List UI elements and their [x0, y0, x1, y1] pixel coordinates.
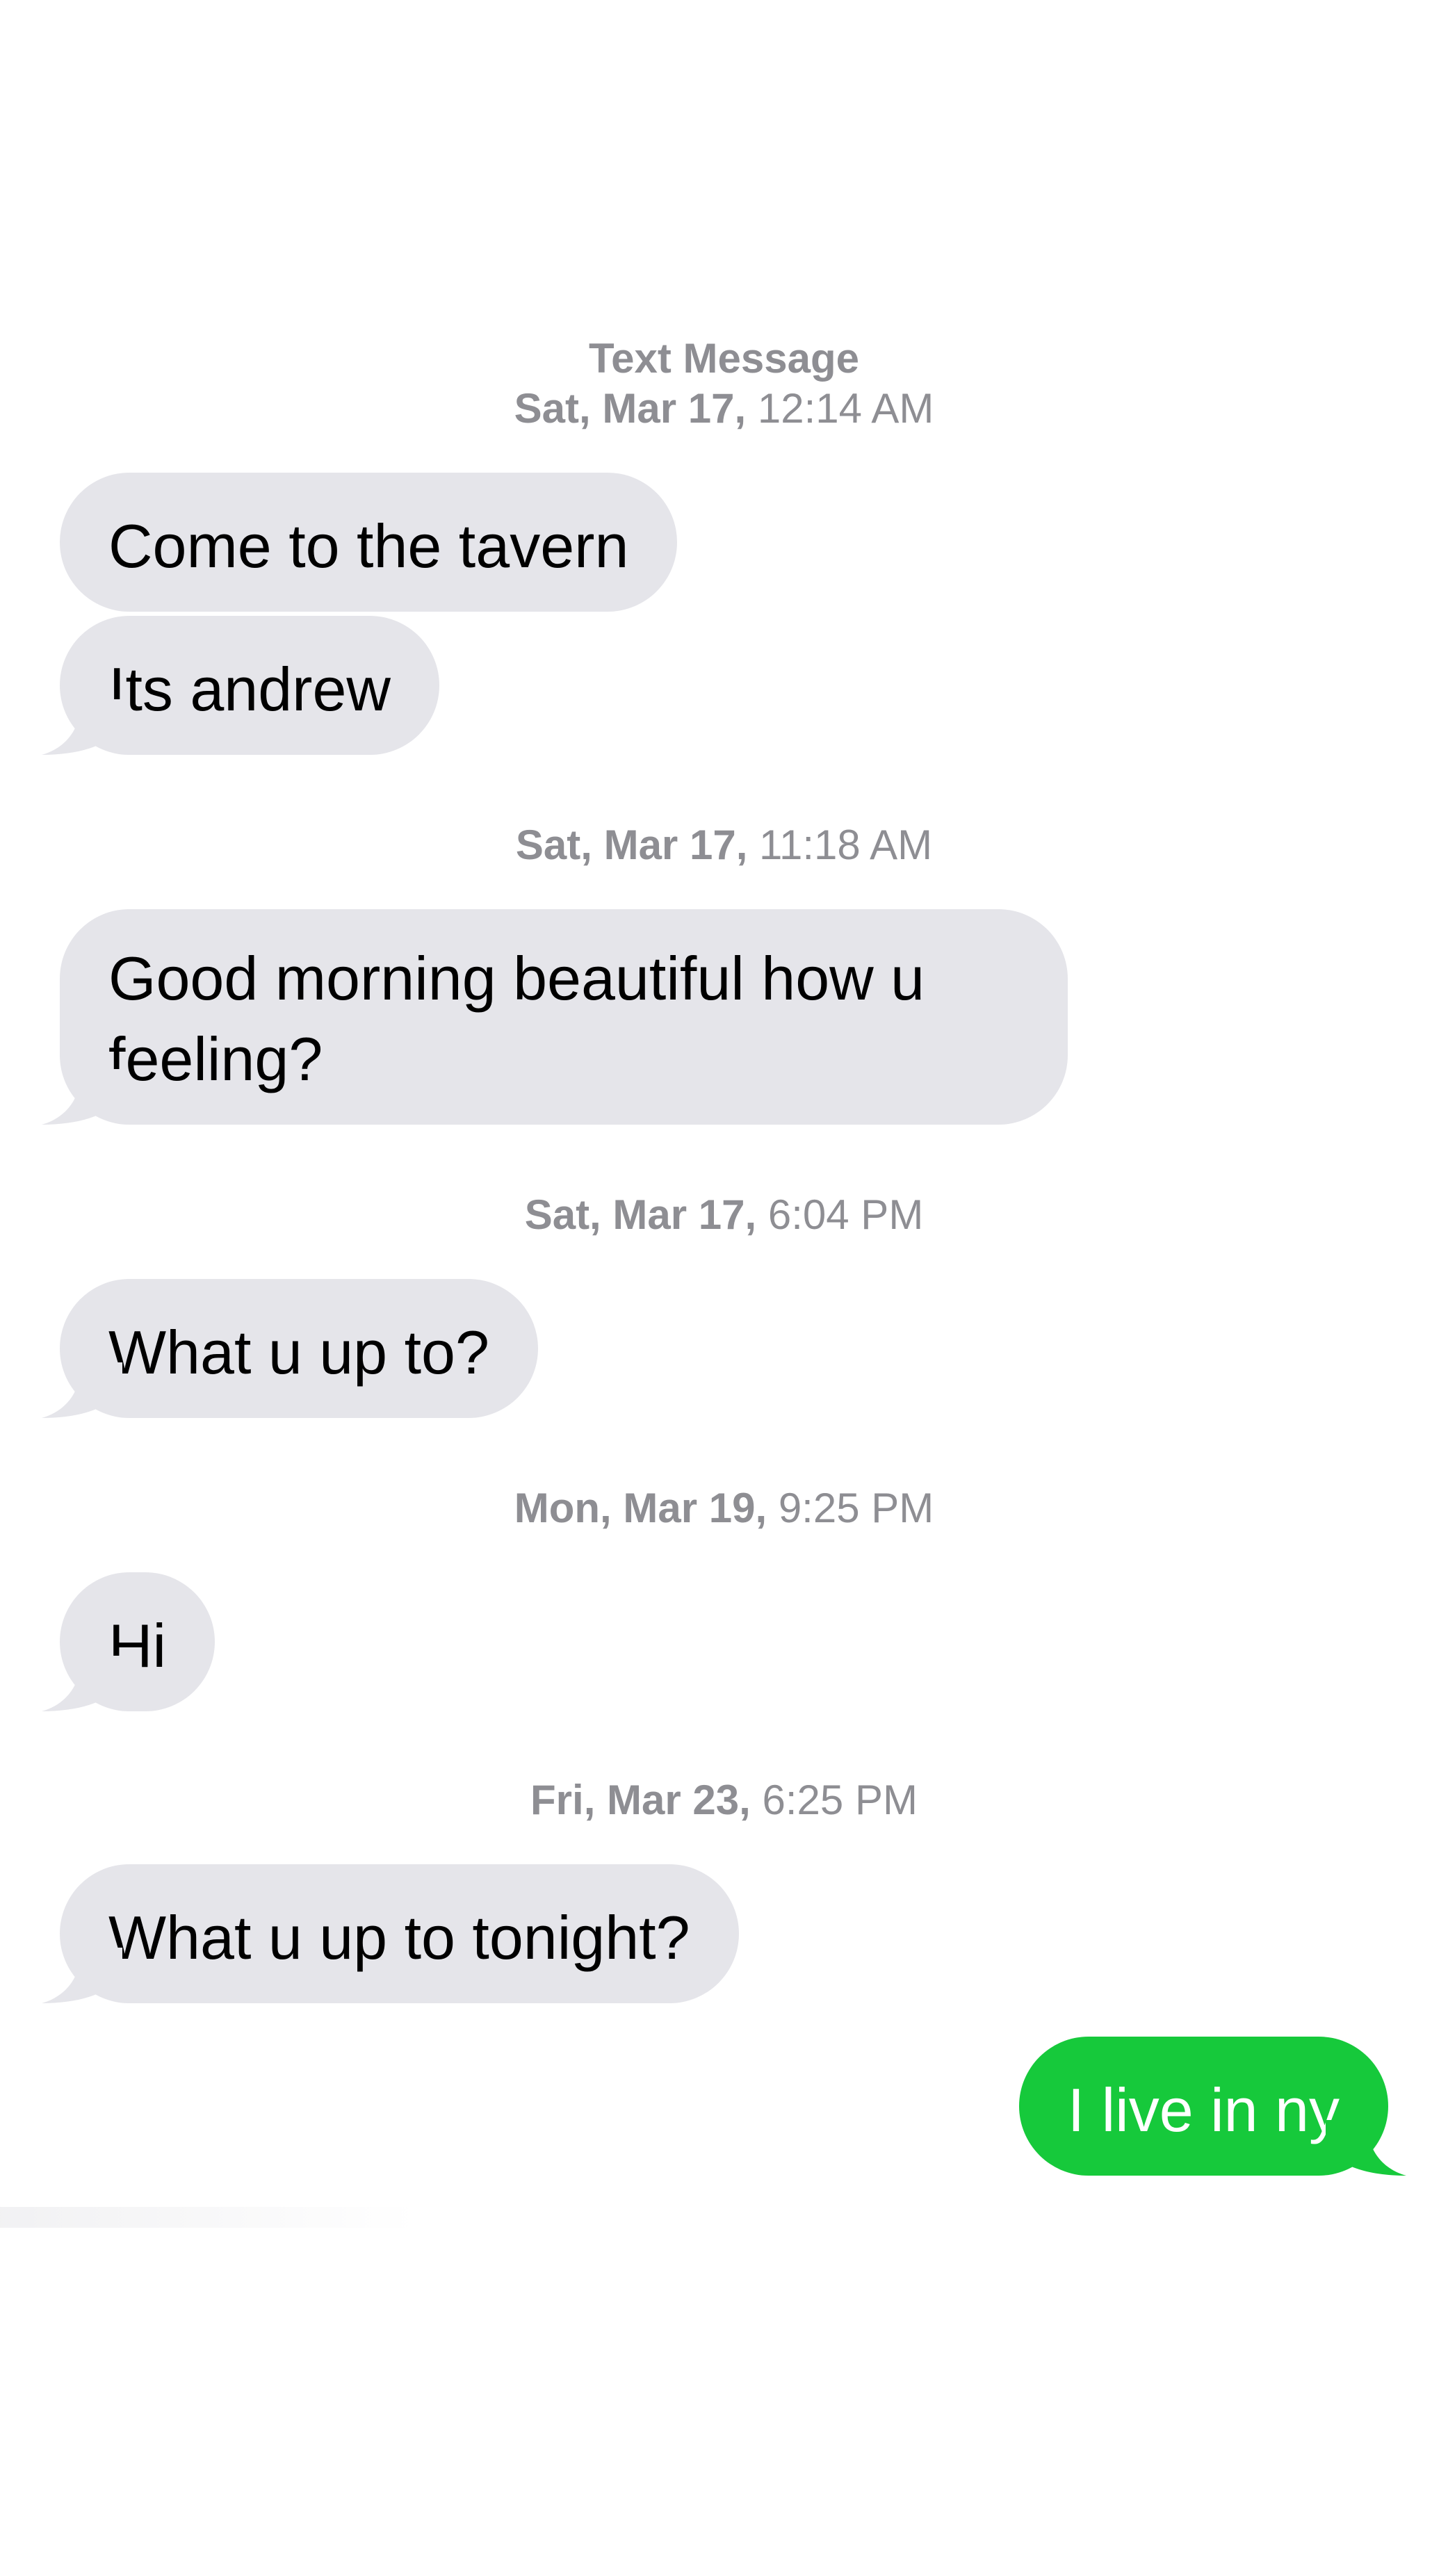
timestamp-day: Sat, Mar 17,: [524, 1191, 757, 1238]
message-text: I live in ny: [1067, 2076, 1340, 2144]
timestamp-day: Sat, Mar 17,: [515, 822, 748, 868]
timestamp-time: 12:14 AM: [757, 385, 934, 432]
timestamp-day: Mon, Mar 19,: [514, 1485, 767, 1531]
divider: [0, 2207, 417, 2228]
timestamp-day: Sat, Mar 17,: [514, 385, 747, 432]
timestamp-header: Mon, Mar 19, 9:25 PM: [0, 1483, 1448, 1533]
timestamp-header: Sat, Mar 17, 12:14 AM: [0, 384, 1448, 434]
message-text: Its andrew: [108, 655, 391, 724]
bubble-tail-icon: [42, 1656, 122, 1711]
timestamp-header: Sat, Mar 17, 11:18 AM: [0, 820, 1448, 870]
message-bubble-incoming[interactable]: Good morning beautiful how u feeling?: [60, 909, 1068, 1125]
message-bubble-incoming[interactable]: Come to the tavern: [60, 473, 678, 612]
timestamp-header: Sat, Mar 17, 6:04 PM: [0, 1190, 1448, 1240]
bubble-tail-icon: [1326, 2120, 1406, 2176]
bubble-tail-icon: [42, 1948, 122, 2003]
timestamp-time: 11:18 AM: [759, 822, 933, 868]
timestamp-header: Fri, Mar 23, 6:25 PM: [0, 1775, 1448, 1825]
message-bubble-incoming[interactable]: What u up to?: [60, 1279, 538, 1418]
bubble-tail-icon: [42, 699, 122, 755]
bubble-tail-icon: [42, 1069, 122, 1125]
message-text: Good morning beautiful how u feeling?: [108, 944, 925, 1093]
service-label: Text Message: [588, 335, 860, 382]
bubble-tail-icon: [42, 1362, 122, 1418]
timestamp-day: Fri, Mar 23,: [530, 1777, 751, 1823]
timestamp-time: 6:04 PM: [767, 1191, 924, 1238]
timestamp-time: 6:25 PM: [762, 1777, 918, 1823]
message-text: What u up to tonight?: [108, 1903, 690, 1972]
message-text: Come to the tavern: [108, 512, 629, 580]
message-bubble-incoming[interactable]: What u up to tonight?: [60, 1864, 739, 2003]
message-text: What u up to?: [108, 1318, 489, 1387]
timestamp-time: 9:25 PM: [778, 1485, 934, 1531]
